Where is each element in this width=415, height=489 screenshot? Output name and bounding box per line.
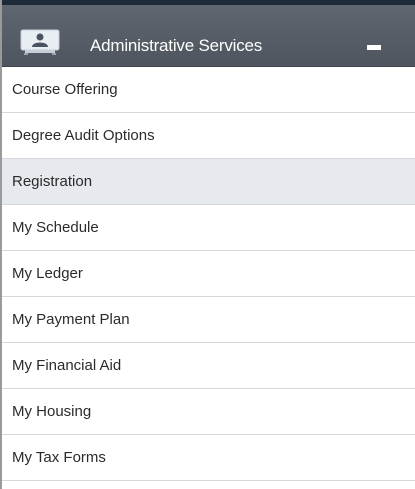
menu-item-label: My Ledger [12, 265, 83, 282]
menu-item-label: Course Offering [12, 81, 118, 98]
menu-item-my-housing[interactable]: My Housing [2, 389, 415, 435]
menu-item-my-payment-plan[interactable]: My Payment Plan [2, 297, 415, 343]
panel-title: Administrative Services [90, 36, 263, 55]
menu-item-label: My Housing [12, 403, 92, 420]
menu-item-my-ledger[interactable]: My Ledger [2, 251, 415, 297]
menu-item-label: My Schedule [12, 219, 99, 236]
collapse-button[interactable] [362, 41, 386, 55]
panel-header[interactable]: Administrative Services [2, 5, 415, 67]
menu-item-my-financial-aid[interactable]: My Financial Aid [2, 343, 415, 389]
menu-item-label: My Tax Forms [12, 449, 106, 466]
administrative-services-panel: Administrative Services Course Offering … [0, 0, 415, 489]
menu-item-label: Registration [12, 173, 93, 190]
menu-item-label: My Financial Aid [12, 357, 122, 374]
services-menu: Course Offering Degree Audit Options Reg… [2, 67, 415, 481]
menu-item-course-offering[interactable]: Course Offering [2, 67, 415, 113]
menu-item-my-tax-forms[interactable]: My Tax Forms [2, 435, 415, 481]
menu-item-label: My Payment Plan [12, 311, 130, 328]
menu-item-my-schedule[interactable]: My Schedule [2, 205, 415, 251]
menu-item-registration[interactable]: Registration [2, 159, 415, 205]
minus-icon [367, 45, 381, 50]
menu-item-label: Degree Audit Options [12, 127, 155, 144]
menu-item-degree-audit-options[interactable]: Degree Audit Options [2, 113, 415, 159]
user-card-icon [20, 29, 60, 55]
